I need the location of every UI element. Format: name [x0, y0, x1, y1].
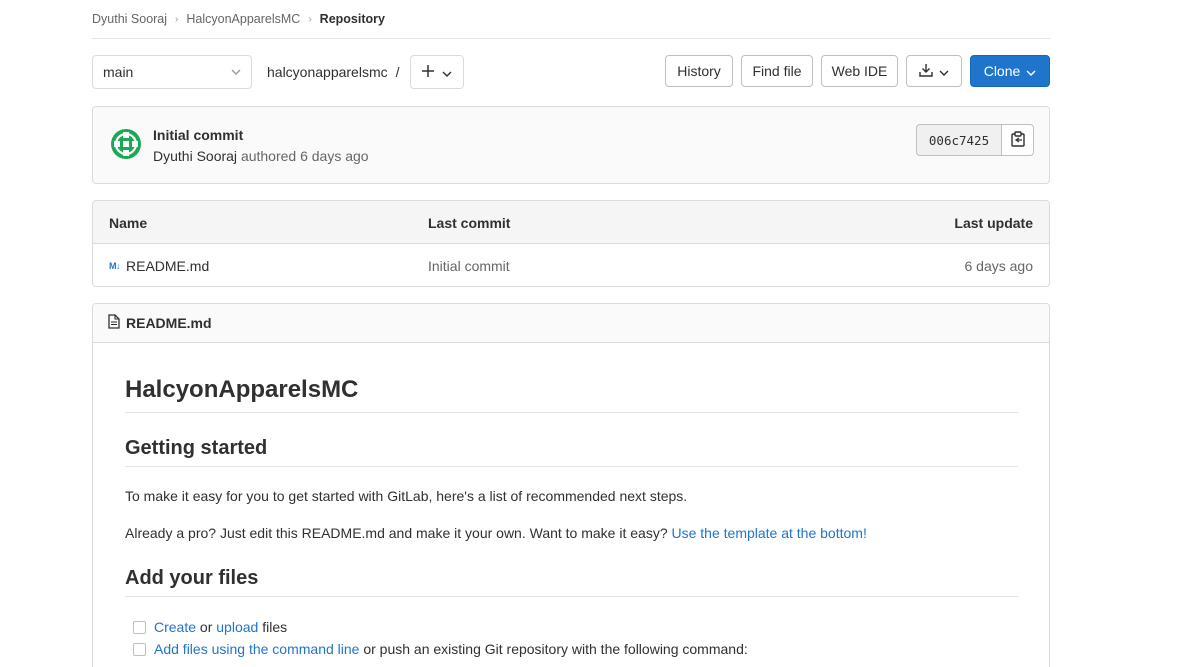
chevron-down-icon [1026, 63, 1036, 79]
task-checkbox[interactable] [133, 642, 146, 656]
template-link[interactable]: Use the template at the bottom [672, 525, 863, 541]
task-checkbox[interactable] [133, 620, 146, 634]
markdown-icon: M↓ [109, 260, 121, 271]
chevron-right-icon: › [175, 13, 179, 25]
readme-filename[interactable]: README.md [126, 315, 212, 331]
chevron-down-icon [231, 67, 241, 78]
avatar[interactable] [110, 128, 142, 160]
heading-getting-started: Getting started [125, 437, 1018, 467]
file-name-cell: M↓ README.md [109, 244, 209, 286]
task-end: or push an existing Git repository with … [363, 641, 748, 657]
repo-path: halcyonapparelsmc / [267, 55, 400, 89]
clipboard-icon [1010, 130, 1025, 150]
commit-title[interactable]: Initial commit [153, 127, 243, 143]
add-to-tree-button[interactable] [410, 55, 464, 89]
clone-button[interactable]: Clone [970, 55, 1050, 87]
chevron-right-icon: › [308, 13, 312, 25]
clone-label: Clone [983, 63, 1021, 79]
upload-link[interactable]: upload [216, 619, 258, 635]
file-tree-table: Name Last commit Last update M↓ README.m… [92, 200, 1050, 287]
column-header-name: Name [109, 214, 148, 231]
file-last-update: 6 days ago [964, 257, 1034, 274]
web-ide-button[interactable]: Web IDE [821, 55, 898, 87]
path-separator: / [395, 64, 400, 80]
plus-icon [422, 64, 434, 80]
task-text: Add files using the command line or push… [154, 641, 748, 657]
chevron-down-icon [442, 64, 452, 80]
download-icon [919, 63, 933, 80]
commit-sha-group: 006c7425 [916, 124, 1034, 156]
history-button[interactable]: History [665, 55, 733, 87]
commit-authored-time: authored 6 days ago [240, 148, 369, 164]
repo-path-root[interactable]: halcyonapparelsmc [267, 64, 388, 80]
breadcrumb: Dyuthi Sooraj › HalcyonApparelsMC › Repo… [92, 0, 1050, 39]
table-row[interactable]: M↓ README.md Initial commit 6 days ago [93, 244, 1049, 286]
heading-add-files: Add your files [125, 567, 1018, 597]
table-header: Name Last commit Last update [93, 201, 1049, 244]
repo-toolbar: main halcyonapparelsmc / History Find fi… [92, 55, 1050, 89]
branch-name: main [103, 64, 134, 80]
find-file-button[interactable]: Find file [741, 55, 813, 87]
last-commit-panel: Initial commit Dyuthi Sooraj authored 6 … [92, 106, 1050, 184]
breadcrumb-current[interactable]: Repository [320, 12, 385, 26]
list-item: Create or upload files [133, 619, 287, 635]
breadcrumb-project[interactable]: HalcyonApparelsMC [186, 12, 300, 26]
command-line-link[interactable]: Add files using the command line [154, 641, 359, 657]
paragraph-text: Already a pro? Just edit this README.md … [125, 525, 668, 541]
task-text: Create or upload files [154, 619, 287, 635]
chevron-down-icon [939, 63, 949, 79]
list-item: Add files using the command line or push… [133, 641, 748, 657]
template-link-end[interactable]: ! [863, 525, 867, 541]
commit-sha[interactable]: 006c7425 [916, 124, 1002, 156]
breadcrumb-user[interactable]: Dyuthi Sooraj [92, 12, 167, 26]
download-button[interactable] [906, 55, 962, 87]
task-connector: or [199, 619, 213, 635]
readme-paragraph: To make it easy for you to get started w… [125, 488, 688, 504]
readme-panel: README.md HalcyonApparelsMC Getting star… [92, 303, 1050, 667]
column-header-last-update: Last update [954, 214, 1033, 231]
copy-sha-button[interactable] [1002, 124, 1034, 156]
commit-meta: Dyuthi Sooraj authored 6 days ago [153, 148, 369, 164]
readme-title: HalcyonApparelsMC [125, 376, 1018, 413]
file-link[interactable]: README.md [126, 258, 209, 274]
commit-author[interactable]: Dyuthi Sooraj [153, 148, 237, 164]
file-icon [108, 314, 120, 332]
readme-paragraph: Already a pro? Just edit this README.md … [125, 525, 867, 541]
readme-header: README.md [93, 304, 1049, 343]
branch-selector[interactable]: main [92, 55, 252, 89]
create-link[interactable]: Create [154, 619, 196, 635]
column-header-last-commit: Last commit [428, 214, 511, 231]
task-end: files [262, 619, 288, 635]
file-last-commit[interactable]: Initial commit [428, 244, 510, 286]
